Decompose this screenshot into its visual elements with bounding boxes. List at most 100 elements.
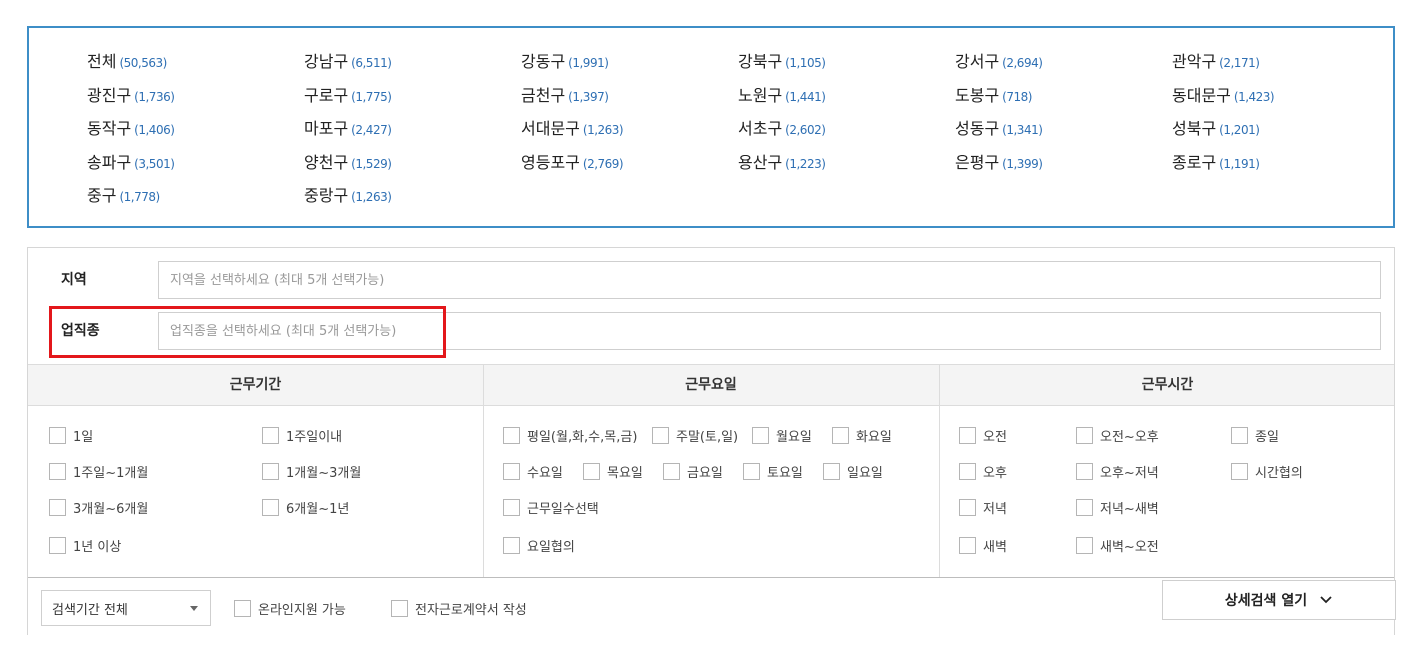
option-label: 1개월~3개월 (286, 465, 362, 481)
checkbox[interactable] (823, 462, 840, 480)
checkbox[interactable] (503, 498, 520, 516)
region-item[interactable]: 구로구 (1,775) (304, 82, 521, 116)
option-time-afternoon-evening[interactable]: 오후~저녁 (1076, 461, 1159, 481)
option-time-evening-dawn[interactable]: 저녁~새벽 (1076, 497, 1159, 517)
checkbox[interactable] (503, 426, 520, 444)
option-days-weekend[interactable]: 주말(토,일) (652, 425, 738, 445)
region-item[interactable]: 마포구 (2,427) (304, 115, 521, 149)
checkbox[interactable] (262, 498, 279, 516)
option-days-thursday[interactable]: 목요일 (583, 461, 643, 481)
option-label: 일요일 (847, 465, 883, 481)
option-period-over-1y[interactable]: 1년 이상 (49, 535, 121, 555)
option-days-select-count[interactable]: 근무일수선택 (503, 497, 599, 517)
region-item[interactable]: 동대문구 (1,423) (1172, 82, 1389, 116)
checkbox[interactable] (583, 462, 600, 480)
checkbox[interactable] (1076, 498, 1093, 516)
region-name: 송파구 (87, 152, 132, 172)
option-time-negotiable[interactable]: 시간협의 (1231, 461, 1303, 481)
region-item[interactable]: 은평구 (1,399) (955, 149, 1172, 183)
option-period-3-6-months[interactable]: 3개월~6개월 (49, 497, 148, 517)
checkbox[interactable] (503, 536, 520, 554)
option-period-week-month[interactable]: 1주일~1개월 (49, 461, 148, 481)
region-item[interactable]: 서대문구 (1,263) (521, 115, 738, 149)
region-item[interactable]: 서초구 (2,602) (738, 115, 955, 149)
checkbox[interactable] (49, 426, 66, 444)
option-online-apply[interactable]: 온라인지원 가능 (234, 598, 346, 618)
region-name: 노원구 (738, 85, 783, 105)
checkbox[interactable] (832, 426, 849, 444)
region-count: (2,694) (1002, 56, 1043, 70)
checkbox[interactable] (1076, 426, 1093, 444)
checkbox[interactable] (1076, 536, 1093, 554)
option-days-monday[interactable]: 월요일 (752, 425, 812, 445)
option-e-contract[interactable]: 전자근로계약서 작성 (391, 598, 527, 618)
checkbox[interactable] (752, 426, 769, 444)
checkbox[interactable] (663, 462, 680, 480)
checkbox[interactable] (959, 426, 976, 444)
job-select-input[interactable] (158, 312, 1381, 350)
region-item[interactable]: 중구 (1,778) (87, 182, 304, 216)
checkbox[interactable] (743, 462, 760, 480)
option-days-friday[interactable]: 금요일 (663, 461, 723, 481)
checkbox[interactable] (959, 498, 976, 516)
region-item[interactable]: 성동구 (1,341) (955, 115, 1172, 149)
checkbox[interactable] (959, 536, 976, 554)
region-item[interactable]: 금천구 (1,397) (521, 82, 738, 116)
option-days-sunday[interactable]: 일요일 (823, 461, 883, 481)
region-item[interactable]: 강북구 (1,105) (738, 48, 955, 82)
option-time-evening[interactable]: 저녁 (959, 497, 1007, 517)
option-days-wednesday[interactable]: 수요일 (503, 461, 563, 481)
checkbox[interactable] (49, 462, 66, 480)
checkbox[interactable] (262, 426, 279, 444)
region-item[interactable]: 강남구 (6,511) (304, 48, 521, 82)
option-time-dawn-morning[interactable]: 새벽~오전 (1076, 535, 1159, 555)
column-divider (939, 364, 940, 577)
region-item[interactable]: 양천구 (1,529) (304, 149, 521, 183)
option-period-1-3-months[interactable]: 1개월~3개월 (262, 461, 361, 481)
region-item[interactable]: 성북구 (1,201) (1172, 115, 1389, 149)
option-time-all-day[interactable]: 종일 (1231, 425, 1279, 445)
option-time-morning[interactable]: 오전 (959, 425, 1007, 445)
region-item[interactable]: 용산구 (1,223) (738, 149, 955, 183)
region-item[interactable]: 전체 (50,563) (87, 48, 304, 82)
option-time-dawn[interactable]: 새벽 (959, 535, 1007, 555)
region-item[interactable]: 강동구 (1,991) (521, 48, 738, 82)
job-field-row: 업직종 (28, 312, 1394, 350)
region-item[interactable]: 도봉구 (718) (955, 82, 1172, 116)
option-period-6m-1y[interactable]: 6개월~1년 (262, 497, 349, 517)
checkbox[interactable] (959, 462, 976, 480)
checkbox[interactable] (1231, 426, 1248, 444)
checkbox[interactable] (49, 498, 66, 516)
region-item[interactable]: 중랑구 (1,263) (304, 182, 521, 216)
option-days-negotiable[interactable]: 요일협의 (503, 535, 575, 555)
checkbox[interactable] (391, 599, 408, 617)
checkbox[interactable] (503, 462, 520, 480)
region-item[interactable]: 영등포구 (2,769) (521, 149, 738, 183)
option-days-tuesday[interactable]: 화요일 (832, 425, 892, 445)
search-period-select[interactable]: 검색기간 전체 (41, 590, 211, 626)
region-count: (50,563) (119, 56, 167, 70)
checkbox[interactable] (234, 599, 251, 617)
region-item[interactable]: 노원구 (1,441) (738, 82, 955, 116)
option-period-within-week[interactable]: 1주일이내 (262, 425, 342, 445)
open-detail-search-button[interactable]: 상세검색 열기 (1162, 580, 1396, 620)
checkbox[interactable] (1076, 462, 1093, 480)
option-days-saturday[interactable]: 토요일 (743, 461, 803, 481)
option-time-afternoon[interactable]: 오후 (959, 461, 1007, 481)
search-period-value: 검색기간 전체 (52, 602, 128, 618)
checkbox[interactable] (262, 462, 279, 480)
region-select-input[interactable] (158, 261, 1381, 299)
region-count: (1,399) (1002, 156, 1043, 171)
option-days-weekdays[interactable]: 평일(월,화,수,목,금) (503, 425, 637, 445)
option-period-1day[interactable]: 1일 (49, 425, 93, 445)
checkbox[interactable] (1231, 462, 1248, 480)
option-time-morning-afternoon[interactable]: 오전~오후 (1076, 425, 1159, 445)
region-item[interactable]: 송파구 (3,501) (87, 149, 304, 183)
region-item[interactable]: 동작구 (1,406) (87, 115, 304, 149)
checkbox[interactable] (652, 426, 669, 444)
checkbox[interactable] (49, 536, 66, 554)
region-item[interactable]: 종로구 (1,191) (1172, 149, 1389, 183)
region-item[interactable]: 강서구 (2,694) (955, 48, 1172, 82)
region-item[interactable]: 광진구 (1,736) (87, 82, 304, 116)
region-item[interactable]: 관악구 (2,171) (1172, 48, 1389, 82)
